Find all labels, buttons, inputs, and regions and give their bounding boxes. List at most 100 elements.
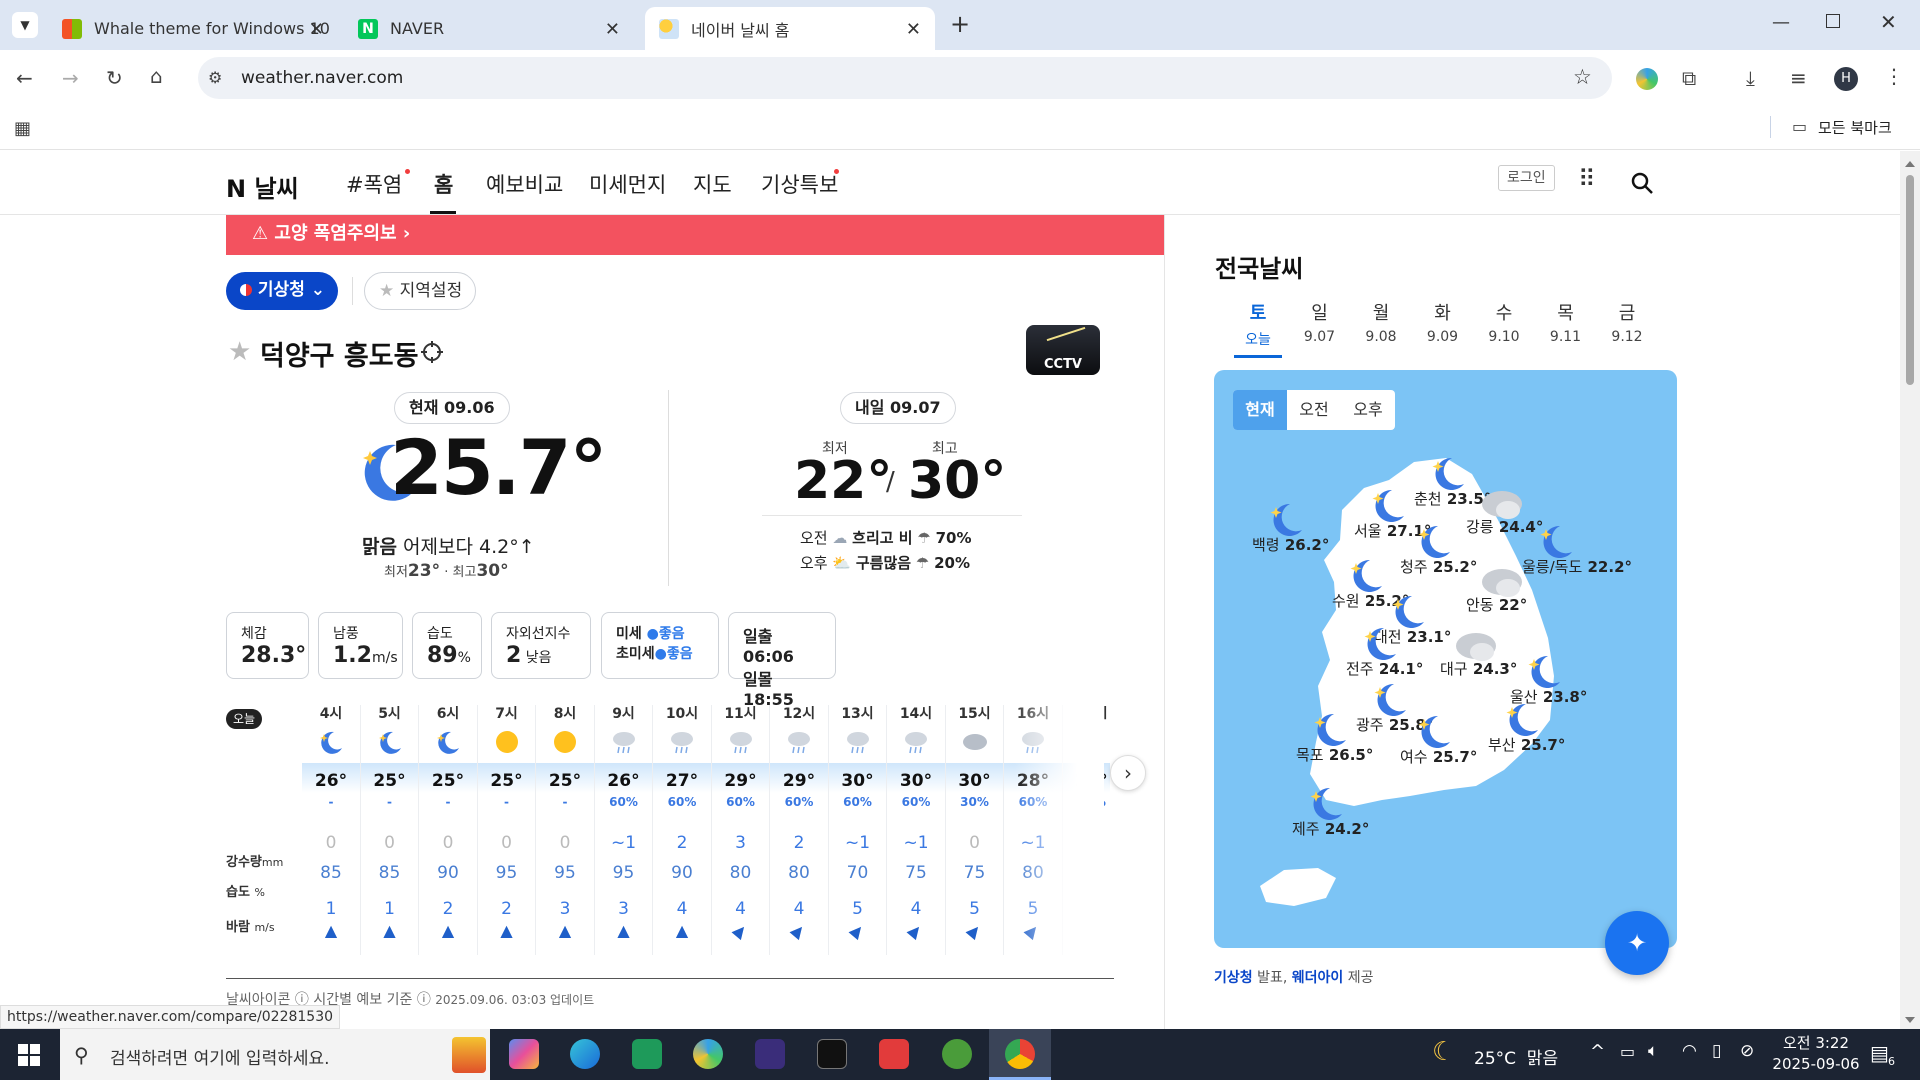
page-scrollbar[interactable] [1900,151,1920,1029]
extensions-icon[interactable]: ⧉ [1682,68,1696,88]
profile-avatar[interactable]: H [1834,67,1858,91]
humidity-box[interactable]: 습도 89% [412,612,482,679]
service-grid-icon[interactable]: ⠿ [1578,165,1596,193]
city-marker[interactable]: 안동 22° [1466,564,1527,614]
tab-naver[interactable]: N NAVER ✕ [344,7,634,50]
city-marker[interactable]: 백령 26.2° [1252,500,1329,554]
city-marker[interactable]: 강릉 24.4° [1466,486,1543,536]
gnb-special-report[interactable]: 기상특보 [761,169,838,199]
volume-icon[interactable]: 🔈︎ [1648,1041,1658,1061]
day-tab-1[interactable]: 일 9.07 [1294,299,1346,345]
source-selector[interactable]: 기상청 ⌄ [226,272,338,310]
back-icon[interactable]: ← [16,68,33,88]
gnb-dust[interactable]: 미세먼지 [589,169,666,199]
time-tab-now[interactable]: 현재 [1233,390,1287,430]
reload-icon[interactable]: ↻ [106,68,123,88]
login-button[interactable]: 로그인 [1498,165,1555,191]
apps-grid-icon[interactable]: ▦ [14,118,31,139]
maximize-button[interactable] [1826,14,1840,28]
time-tab-pm[interactable]: 오후 [1341,390,1395,430]
dnd-icon[interactable]: ⊘ [1740,1041,1754,1061]
day-tab-3[interactable]: 화 9.09 [1417,299,1469,345]
wind-box[interactable]: 남풍 1.2m/s [318,612,403,679]
close-tab-icon[interactable]: ✕ [605,19,620,40]
close-window-button[interactable]: ✕ [1880,10,1897,34]
national-map[interactable]: 현재 오전 오후 춘천 23.5° 백령 26.2° 서울 27.1° 강릉 24.4… [1214,370,1677,948]
day-tab-6[interactable]: 금 9.12 [1601,299,1653,345]
air-quality-box[interactable]: 미세 ●좋음 초미세●좋음 [601,612,719,679]
battery-icon[interactable]: ▭ [1620,1042,1635,1061]
city-marker[interactable]: 여수 25.7° [1400,712,1477,766]
gnb-home[interactable]: 홈 [434,169,453,199]
edge-icon[interactable] [570,1039,600,1069]
city-marker[interactable]: 울산 23.8° [1510,652,1587,706]
tab-whale-theme[interactable]: Whale theme for Windows 10 ✕ [48,7,338,50]
all-bookmarks-link[interactable]: 모든 북마크 [1818,117,1892,138]
whale-icon[interactable] [693,1039,723,1069]
credit-weatheri-link[interactable]: 웨더아이 [1292,970,1344,986]
wifi-icon[interactable]: ◠ [1682,1041,1697,1061]
search-icon[interactable] [1630,171,1654,195]
store-icon[interactable] [632,1039,662,1069]
city-marker[interactable]: 부산 25.7° [1488,700,1565,754]
tab-naver-weather[interactable]: 네이버 날씨 홈 ✕ [645,7,935,50]
menu-icon[interactable]: ⋮ [1884,66,1904,86]
locate-icon[interactable] [420,340,444,364]
tab-search-button[interactable]: ▼ [12,12,38,38]
copilot-icon[interactable] [509,1039,539,1069]
city-marker[interactable]: 춘천 23.5° [1414,454,1491,508]
feels-like-box[interactable]: 체감 28.3° [226,612,309,679]
day-tab-4[interactable]: 수 9.10 [1478,299,1530,345]
cctv-button[interactable]: CCTV [1026,325,1100,375]
close-tab-icon[interactable]: ✕ [906,19,921,40]
heat-alert-banner[interactable]: ⚠ 고양 폭염주의보 › [226,215,1164,255]
chrome-taskbar-button[interactable] [989,1029,1051,1080]
city-marker[interactable]: 대구 24.3° [1440,628,1517,678]
scroll-down-icon[interactable] [1905,1017,1915,1023]
scroll-up-icon[interactable] [1905,161,1915,167]
home-icon[interactable]: ⌂ [150,66,163,86]
region-setting-button[interactable]: ★ 지역설정 [364,272,476,310]
download-icon[interactable]: ⤓ [1746,68,1755,88]
credit-kma-link[interactable]: 기상청 [1214,970,1253,986]
taskbar-weather[interactable]: 25°C 맑음 [1474,1044,1558,1069]
city-marker[interactable]: 제주 24.2° [1292,784,1369,838]
green-app-icon[interactable] [942,1039,972,1069]
bookmark-star-icon[interactable]: ☆ [1573,65,1592,89]
taskbar-search-box[interactable]: ⚲ 검색하려면 여기에 입력하세요. [60,1029,490,1080]
address-bar[interactable]: ⚙ weather.naver.com ☆ [198,57,1612,99]
city-marker[interactable]: 울릉/독도 22.2° [1522,522,1632,576]
forward-icon[interactable]: → [62,68,79,88]
close-tab-icon[interactable]: ✕ [309,19,324,40]
gnb-map[interactable]: 지도 [693,169,732,199]
notification-icon[interactable]: ▤ [1870,1041,1889,1065]
hourly-next-button[interactable]: › [1110,755,1146,791]
time-tab-am[interactable]: 오전 [1287,390,1341,430]
city-marker[interactable]: 청주 25.2° [1400,522,1477,576]
city-marker[interactable]: 목포 26.5° [1296,710,1373,764]
photo-app-icon[interactable] [879,1039,909,1069]
minimize-button[interactable]: — [1772,12,1790,33]
tray-chevron-icon[interactable]: ^ [1590,1041,1605,1062]
naver-weather-logo[interactable]: N 날씨 [226,169,299,204]
sun-box[interactable]: 일출 06:06 일몰 18:55 [728,612,836,709]
day-tab-5[interactable]: 목 9.11 [1540,299,1592,345]
scrollbar-thumb[interactable] [1906,175,1914,385]
gnb-heatwave[interactable]: #폭염 [346,169,402,199]
clock[interactable]: 오전 3:22 2025-09-06 [1770,1033,1862,1075]
day-tab-2[interactable]: 월 9.08 [1355,299,1407,345]
gnb-compare[interactable]: 예보비교 [486,169,563,199]
new-tab-button[interactable]: + [950,10,970,38]
windows-start-icon[interactable] [18,1044,40,1066]
media-control-icon[interactable]: ≡ [1790,68,1807,88]
city-marker[interactable]: 전주 24.1° [1346,624,1423,678]
extension-globe-icon[interactable] [1636,68,1658,90]
device-icon[interactable]: ▯ [1712,1041,1721,1061]
uv-box[interactable]: 자외선지수 2 낮음 [491,612,591,679]
favorite-star-icon[interactable]: ★ [228,337,251,367]
chatbot-button[interactable]: ✦ [1605,911,1669,975]
info-icon[interactable]: ⓘ [417,992,431,1008]
day-tab-0[interactable]: 토 오늘 [1232,299,1284,349]
site-info-icon[interactable]: ⚙ [208,68,222,87]
terminal-icon[interactable] [817,1039,847,1069]
